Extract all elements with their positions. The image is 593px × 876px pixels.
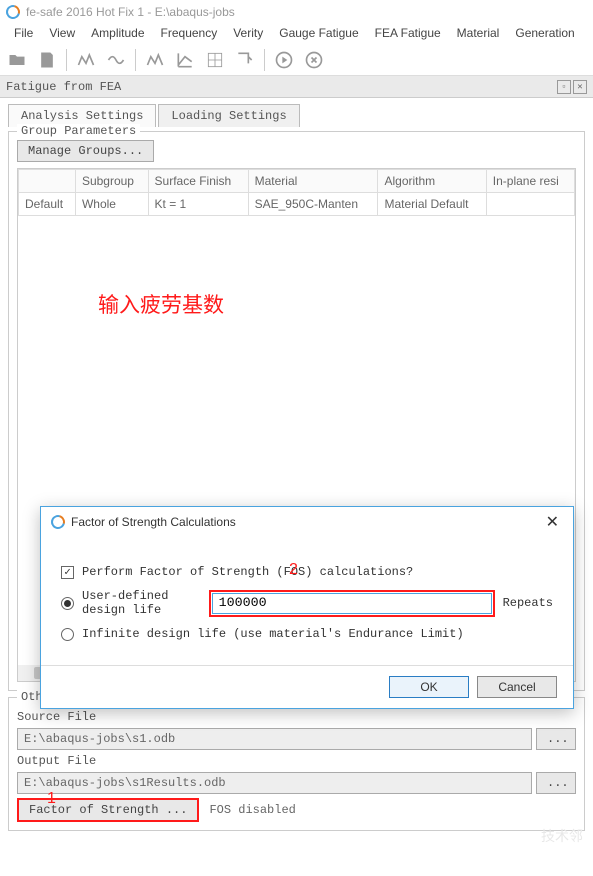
dialog-body: Perform Factor of Strength (FOS) calcula…	[41, 537, 573, 655]
undock-icon[interactable]: ▫	[557, 80, 571, 94]
dialog-close-icon[interactable]: ✕	[542, 512, 563, 532]
output-file-field[interactable]: E:\abaqus-jobs\s1Results.odb	[17, 772, 532, 794]
play-icon[interactable]	[271, 47, 297, 73]
dialog-title-text: Factor of Strength Calculations	[71, 515, 236, 529]
manage-groups-button[interactable]: Manage Groups...	[17, 140, 154, 162]
col-material[interactable]: Material	[248, 170, 378, 193]
menu-frequency[interactable]: Frequency	[155, 24, 224, 44]
cell-rowhead: Default	[19, 193, 76, 216]
table-row[interactable]: Default Whole Kt = 1 SAE_950C-Manten Mat…	[19, 193, 575, 216]
toolbar	[0, 44, 593, 76]
other-options-fieldset: Other Options Source File E:\abaqus-jobs…	[8, 697, 585, 831]
repeats-label: Repeats	[503, 596, 553, 610]
grid-icon[interactable]	[202, 47, 228, 73]
col-inplane[interactable]: In-plane resi	[486, 170, 574, 193]
separator-icon	[135, 49, 136, 71]
menu-view[interactable]: View	[43, 24, 81, 44]
app-logo-icon	[3, 2, 22, 21]
col-blank	[19, 170, 76, 193]
group-legend: Group Parameters	[17, 124, 140, 138]
close-panel-icon[interactable]: ✕	[573, 80, 587, 94]
user-defined-radio[interactable]	[61, 597, 74, 610]
menu-material[interactable]: Material	[451, 24, 506, 44]
cell-algorithm[interactable]: Material Default	[378, 193, 486, 216]
menu-generation[interactable]: Generation	[509, 24, 580, 44]
cancel-button[interactable]: Cancel	[477, 676, 557, 698]
cell-inplane[interactable]	[486, 193, 574, 216]
menu-amplitude[interactable]: Amplitude	[85, 24, 150, 44]
chart-icon[interactable]	[172, 47, 198, 73]
edit-icon[interactable]	[232, 47, 258, 73]
output-file-label: Output File	[17, 754, 576, 768]
panel-header: Fatigue from FEA ▫ ✕	[0, 76, 593, 98]
menu-gauge-fatigue[interactable]: Gauge Fatigue	[273, 24, 364, 44]
signal3-icon[interactable]	[142, 47, 168, 73]
separator-icon	[264, 49, 265, 71]
panel-title: Fatigue from FEA	[6, 80, 121, 94]
menu-bar: File View Amplitude Frequency Verity Gau…	[0, 24, 593, 44]
signal1-icon[interactable]	[73, 47, 99, 73]
fos-status-text: FOS disabled	[209, 803, 295, 817]
perform-fos-checkbox[interactable]	[61, 566, 74, 579]
menu-verity[interactable]: Verity	[227, 24, 269, 44]
title-bar: fe-safe 2016 Hot Fix 1 - E:\abaqus-jobs	[0, 0, 593, 24]
dialog-logo-icon	[48, 512, 67, 531]
cell-surface[interactable]: Kt = 1	[148, 193, 248, 216]
annotation-1: 1	[47, 790, 56, 808]
cell-material[interactable]: SAE_950C-Manten	[248, 193, 378, 216]
annotation-2: 2	[289, 561, 298, 579]
menu-fea-fatigue[interactable]: FEA Fatigue	[369, 24, 447, 44]
browse-output-button[interactable]: ...	[536, 772, 576, 794]
fos-dialog: Factor of Strength Calculations ✕ Perfor…	[40, 506, 574, 709]
ok-button[interactable]: OK	[389, 676, 469, 698]
col-subgroup[interactable]: Subgroup	[75, 170, 148, 193]
annotation-text: 输入疲劳基数	[98, 289, 224, 319]
perform-fos-label: Perform Factor of Strength (FOS) calcula…	[82, 565, 413, 579]
design-life-input[interactable]	[212, 593, 492, 614]
tab-loading-settings[interactable]: Loading Settings	[158, 104, 299, 127]
window-title: fe-safe 2016 Hot Fix 1 - E:\abaqus-jobs	[26, 5, 235, 19]
open-icon[interactable]	[4, 47, 30, 73]
dialog-titlebar[interactable]: Factor of Strength Calculations ✕	[41, 507, 573, 537]
source-file-field[interactable]: E:\abaqus-jobs\s1.odb	[17, 728, 532, 750]
factor-of-strength-button[interactable]: Factor of Strength ...	[17, 798, 199, 822]
infinite-life-radio[interactable]	[61, 628, 74, 641]
separator-icon	[66, 49, 67, 71]
table-header-row: Subgroup Surface Finish Material Algorit…	[19, 170, 575, 193]
save-icon[interactable]	[34, 47, 60, 73]
signal2-icon[interactable]	[103, 47, 129, 73]
user-defined-label: User-defined design life	[82, 589, 201, 617]
source-file-label: Source File	[17, 710, 576, 724]
menu-file[interactable]: File	[8, 24, 39, 44]
cell-subgroup[interactable]: Whole	[75, 193, 148, 216]
browse-source-button[interactable]: ...	[536, 728, 576, 750]
col-algorithm[interactable]: Algorithm	[378, 170, 486, 193]
stop-icon[interactable]	[301, 47, 327, 73]
panel-body: Analysis Settings Loading Settings Group…	[0, 98, 593, 843]
infinite-life-label: Infinite design life (use material's End…	[82, 627, 464, 641]
watermark: 技术邻	[541, 826, 583, 846]
col-surface-finish[interactable]: Surface Finish	[148, 170, 248, 193]
